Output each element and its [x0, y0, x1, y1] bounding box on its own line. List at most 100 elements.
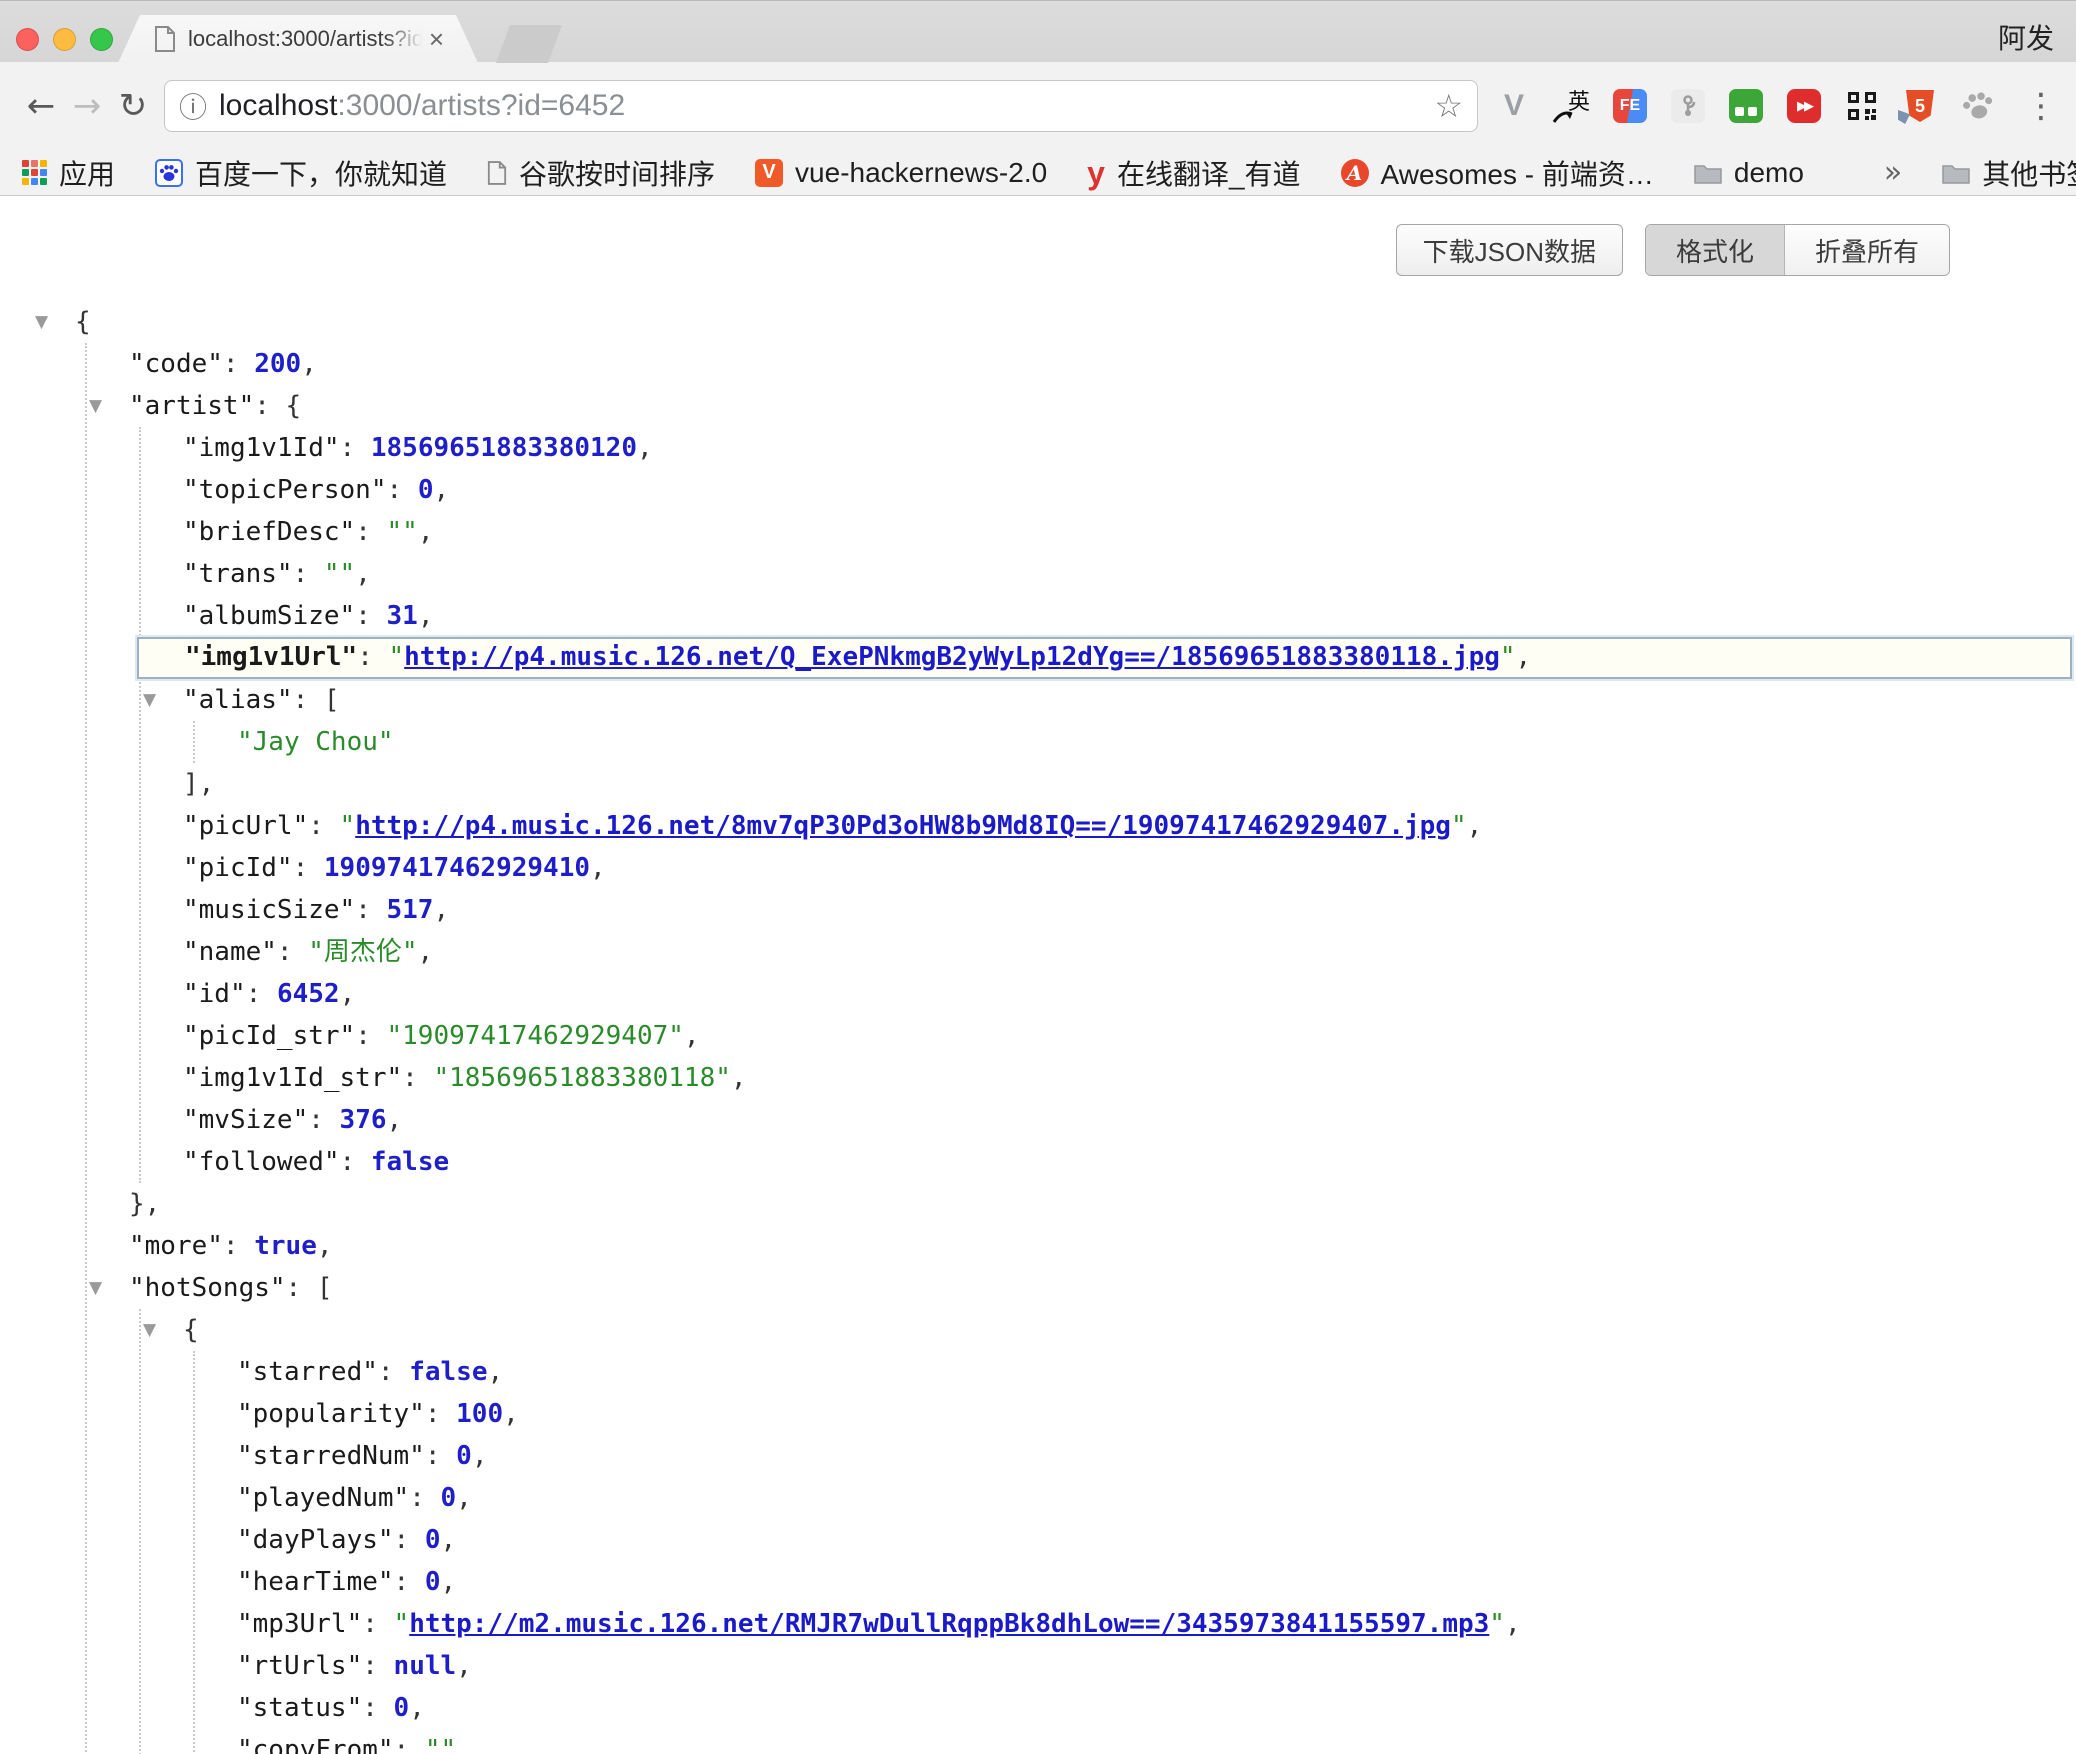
profile-name[interactable]: 阿发 — [1998, 17, 2054, 57]
json-number-value: 0 — [425, 1525, 441, 1555]
bookmark-apps[interactable]: 应用 — [22, 153, 115, 193]
zoom-window-button[interactable] — [90, 28, 113, 51]
json-quote: " — [1489, 1609, 1505, 1639]
json-link-value[interactable]: http://p4.music.126.net/8mv7qP30Pd3oHW8b… — [355, 811, 1451, 841]
collapse-toggle-icon[interactable]: ▼ — [89, 1267, 129, 1309]
json-comma: , — [503, 1399, 519, 1429]
collapse-toggle-icon[interactable]: ▼ — [143, 679, 183, 721]
json-string-value: "" — [387, 517, 418, 547]
json-comma: , — [472, 1441, 488, 1471]
json-number-value: 376 — [340, 1105, 387, 1135]
vue-devtools-icon[interactable]: V — [1496, 88, 1532, 124]
new-tab-button[interactable] — [496, 25, 562, 63]
json-quote: " — [389, 642, 405, 672]
json-comma: , — [731, 1063, 747, 1093]
json-comma: , — [637, 433, 653, 463]
json-comma: , — [1467, 811, 1483, 841]
json-key: "code" — [129, 349, 223, 379]
json-separator: : — [293, 853, 324, 883]
browser-menu-icon[interactable]: ⋮ — [2024, 86, 2058, 126]
json-line: "playedNum": 0, — [0, 1477, 2076, 1519]
json-comma: , — [487, 1357, 503, 1387]
bookmarks-overflow-icon[interactable]: » — [1884, 155, 1902, 190]
json-separator: : — [394, 1567, 425, 1597]
url-path: :3000/artists?id=6452 — [337, 89, 625, 122]
collapse-all-button[interactable]: 折叠所有 — [1784, 225, 1949, 275]
bookmark-awesomes[interactable]: A Awesomes - 前端资… — [1341, 153, 1654, 193]
json-string-value: "Jay Chou" — [237, 727, 394, 757]
json-number-value: 0 — [425, 1567, 441, 1597]
bookmark-youdao[interactable]: y 在线翻译_有道 — [1087, 153, 1300, 193]
bookmark-google-sort[interactable]: 谷歌按时间排序 — [487, 153, 715, 193]
close-window-button[interactable] — [16, 28, 39, 51]
json-line: "dayPlays": 0, — [0, 1519, 2076, 1561]
json-line: "popularity": 100, — [0, 1393, 2076, 1435]
json-bracket: [ — [324, 685, 340, 715]
json-link-value[interactable]: http://m2.music.126.net/RMJR7wDullRqppBk… — [409, 1609, 1489, 1639]
tab-strip: localhost:3000/artists?id=645 × 阿发 — [0, 0, 2076, 62]
json-line: "albumSize": 31, — [0, 595, 2076, 637]
bookmark-folder-demo[interactable]: demo — [1694, 157, 1804, 189]
json-key: "trans" — [183, 559, 293, 589]
format-button[interactable]: 格式化 — [1646, 225, 1784, 275]
json-comma: , — [317, 1231, 333, 1261]
site-info-icon[interactable]: ⓘ — [179, 86, 207, 126]
collapse-toggle-icon[interactable]: ▼ — [143, 1309, 183, 1351]
json-bracket: { — [183, 1315, 199, 1345]
json-comma: , — [1505, 1609, 1521, 1639]
json-separator: : — [340, 1147, 371, 1177]
minimize-window-button[interactable] — [53, 28, 76, 51]
json-line: "picId_str": "19097417462929407", — [0, 1015, 2076, 1057]
json-line: ▼"alias": [ — [0, 679, 2076, 721]
browser-tab[interactable]: localhost:3000/artists?id=645 × — [118, 15, 478, 63]
json-bool-value: false — [409, 1357, 487, 1387]
video-player-icon[interactable]: ▶▶ — [1786, 88, 1822, 124]
html5-icon[interactable]: 5 — [1902, 88, 1938, 124]
json-line: "mp3Url": "http://m2.music.126.net/RMJR7… — [0, 1603, 2076, 1645]
json-key: "img1v1Url" — [185, 642, 357, 672]
json-comma: , — [355, 559, 371, 589]
reload-button[interactable]: ↻ — [110, 86, 156, 126]
bookmark-star-icon[interactable]: ☆ — [1434, 87, 1463, 125]
json-number-value: 200 — [254, 349, 301, 379]
translate-icon[interactable]: 英 — [1554, 88, 1590, 124]
json-bracket: ], — [183, 769, 214, 799]
octotree-icon[interactable] — [1670, 88, 1706, 124]
json-number-value: 517 — [387, 895, 434, 925]
json-string-value: "" — [425, 1735, 456, 1754]
json-key: "albumSize" — [183, 601, 355, 631]
collapse-toggle-icon[interactable]: ▼ — [35, 301, 75, 343]
bookmark-baidu[interactable]: 百度一下，你就知道 — [155, 153, 447, 193]
json-bool-value: true — [254, 1231, 317, 1261]
json-key: "topicPerson" — [183, 475, 387, 505]
json-number-value: 0 — [394, 1693, 410, 1723]
json-bool-value: false — [371, 1147, 449, 1177]
url-text[interactable]: localhost:3000/artists?id=6452 — [219, 89, 1424, 123]
back-button[interactable]: ← — [18, 86, 64, 126]
json-separator: : — [355, 601, 386, 631]
paw-icon[interactable] — [1960, 88, 1996, 124]
json-line: "img1v1Id_str": "18569651883380118", — [0, 1057, 2076, 1099]
json-comma: , — [340, 979, 356, 1009]
bookmark-vue-hackernews[interactable]: V vue-hackernews-2.0 — [755, 157, 1047, 189]
json-link-value[interactable]: http://p4.music.126.net/Q_ExePNkmgB2yWyL… — [404, 642, 1500, 672]
tab-close-icon[interactable]: × — [429, 26, 444, 52]
json-key: "popularity" — [237, 1399, 425, 1429]
json-key: "hotSongs" — [129, 1273, 286, 1303]
fehelper-icon[interactable]: FE — [1612, 88, 1648, 124]
json-quote: " — [394, 1609, 410, 1639]
address-bar[interactable]: ⓘ localhost:3000/artists?id=6452 ☆ — [164, 80, 1478, 132]
json-key: "musicSize" — [183, 895, 355, 925]
tampermonkey-icon[interactable] — [1728, 88, 1764, 124]
vue-icon: V — [755, 159, 783, 187]
json-quote: " — [340, 811, 356, 841]
collapse-toggle-icon[interactable]: ▼ — [89, 385, 129, 427]
baidu-paw-icon — [155, 159, 183, 187]
json-number-value: 6452 — [277, 979, 340, 1009]
json-line: "id": 6452, — [0, 973, 2076, 1015]
other-bookmarks-folder[interactable]: 其他书签 — [1942, 153, 2076, 193]
json-number-value: 0 — [418, 475, 434, 505]
download-json-button[interactable]: 下载JSON数据 — [1396, 224, 1623, 276]
qrcode-icon[interactable] — [1844, 88, 1880, 124]
json-comma: , — [456, 1651, 472, 1681]
